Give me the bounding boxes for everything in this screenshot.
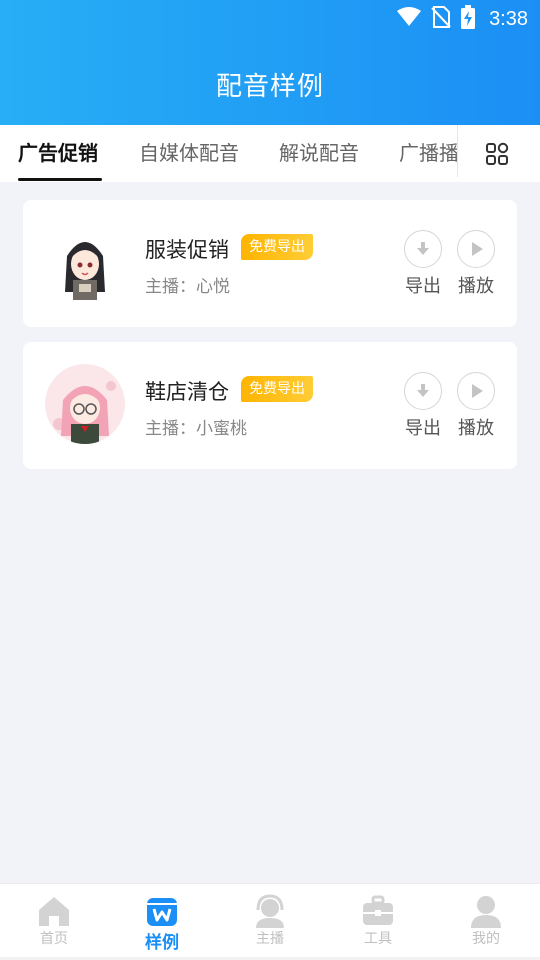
sample-title: 服装促销 bbox=[145, 238, 229, 262]
wifi-icon bbox=[397, 7, 422, 31]
no-sim-icon bbox=[431, 6, 451, 32]
sample-card[interactable]: 鞋店清仓 免费导出 主播：小蜜桃 导出 播放 bbox=[23, 342, 517, 469]
nav-label: 首页 bbox=[40, 931, 68, 947]
tab-ad-promotion[interactable]: 广告促销 bbox=[18, 137, 98, 166]
page-title: 配音样例 bbox=[215, 72, 324, 102]
nav-tools[interactable]: 工具 bbox=[338, 894, 418, 948]
play-icon bbox=[457, 230, 495, 268]
toolbox-icon bbox=[361, 894, 395, 928]
anchor-name: 主播：小蜜桃 bbox=[145, 419, 247, 439]
sample-card[interactable]: 服装促销 免费导出 主播：心悦 导出 播放 bbox=[23, 200, 517, 327]
app-header: 3:38 配音样例 bbox=[0, 0, 540, 125]
nav-label: 我的 bbox=[472, 931, 500, 947]
status-bar: 3:38 bbox=[397, 5, 528, 33]
anchor-avatar bbox=[45, 364, 125, 444]
play-button[interactable]: 播放 bbox=[456, 372, 496, 440]
download-icon bbox=[404, 230, 442, 268]
nav-label: 样例 bbox=[145, 933, 179, 953]
tab-self-media[interactable]: 自媒体配音 bbox=[139, 137, 239, 166]
export-button[interactable]: 导出 bbox=[403, 372, 443, 440]
play-button[interactable]: 播放 bbox=[456, 230, 496, 298]
home-icon bbox=[37, 894, 71, 928]
tab-divider bbox=[457, 125, 458, 177]
shop-icon bbox=[145, 894, 179, 928]
play-label: 播放 bbox=[458, 276, 494, 297]
tab-clip: 广播播 bbox=[399, 125, 457, 182]
bottom-nav: 首页 样例 主播 工具 我的 bbox=[0, 883, 540, 960]
anchor-avatar bbox=[45, 222, 125, 302]
play-icon bbox=[457, 372, 495, 410]
active-tab-indicator bbox=[18, 178, 102, 181]
export-label: 导出 bbox=[405, 276, 441, 297]
grid-icon[interactable] bbox=[485, 142, 509, 166]
tab-commentary[interactable]: 解说配音 bbox=[279, 137, 359, 166]
category-tabs: 广告促销 自媒体配音 解说配音 广播播 bbox=[0, 125, 540, 182]
download-icon bbox=[404, 372, 442, 410]
user-icon bbox=[469, 894, 503, 928]
battery-charging-icon bbox=[461, 5, 476, 33]
nav-samples[interactable]: 样例 bbox=[122, 894, 202, 953]
nav-home[interactable]: 首页 bbox=[14, 894, 94, 948]
free-export-badge: 免费导出 bbox=[241, 376, 313, 402]
nav-profile[interactable]: 我的 bbox=[446, 894, 526, 948]
nav-label: 工具 bbox=[364, 931, 392, 947]
export-label: 导出 bbox=[405, 418, 441, 439]
status-time: 3:38 bbox=[489, 7, 528, 30]
anchor-name: 主播：心悦 bbox=[145, 277, 230, 297]
play-label: 播放 bbox=[458, 418, 494, 439]
headset-user-icon bbox=[253, 894, 287, 928]
nav-anchors[interactable]: 主播 bbox=[230, 894, 310, 948]
export-button[interactable]: 导出 bbox=[403, 230, 443, 298]
free-export-badge: 免费导出 bbox=[241, 234, 313, 260]
tab-broadcast[interactable]: 广播播 bbox=[399, 137, 457, 166]
sample-title: 鞋店清仓 bbox=[145, 380, 229, 404]
nav-label: 主播 bbox=[256, 931, 284, 947]
